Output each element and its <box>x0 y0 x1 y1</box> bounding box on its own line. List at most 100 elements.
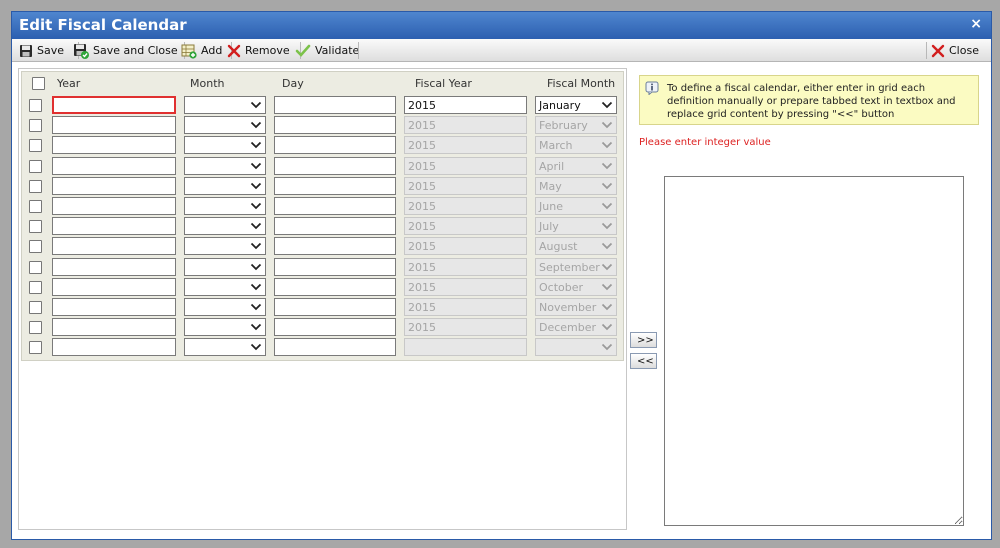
day-input[interactable] <box>274 277 396 296</box>
save-and-close-button[interactable]: Save and Close <box>70 41 182 60</box>
month-select[interactable] <box>184 277 266 296</box>
month-select[interactable] <box>184 237 266 256</box>
fiscal-month-select: October <box>535 277 617 296</box>
chevron-down-icon <box>601 303 613 311</box>
month-select[interactable] <box>184 298 266 316</box>
year-input[interactable] <box>52 116 176 135</box>
row-checkbox[interactable] <box>29 240 42 254</box>
row-checkbox[interactable] <box>29 321 42 335</box>
row-checkbox[interactable] <box>29 139 42 153</box>
save-button[interactable]: Save <box>16 41 68 60</box>
month-select[interactable] <box>184 318 266 337</box>
info-text: To define a fiscal calendar, either ente… <box>667 83 956 120</box>
fiscal-year-input[interactable]: 2015 <box>404 96 527 114</box>
year-input[interactable] <box>52 96 176 114</box>
month-select[interactable] <box>184 217 266 236</box>
month-select[interactable] <box>184 257 266 276</box>
grid-panel: Year Month Day Fiscal Year Fiscal Month … <box>18 68 627 530</box>
day-input[interactable] <box>274 237 396 256</box>
edit-fiscal-calendar-dialog: Edit Fiscal Calendar × Save Save and Clo… <box>11 11 992 540</box>
fiscal-year-input: 2015 <box>404 237 527 256</box>
day-input[interactable] <box>274 338 396 357</box>
chevron-down-icon <box>250 101 262 109</box>
table-row: 2015 August <box>22 237 623 257</box>
day-input[interactable] <box>274 116 396 135</box>
remove-button[interactable]: Remove <box>224 41 294 60</box>
year-input[interactable] <box>52 136 176 155</box>
day-input[interactable] <box>274 217 396 236</box>
fiscal-month-select <box>535 338 617 357</box>
month-select[interactable] <box>184 136 266 155</box>
column-header-year: Year <box>57 77 81 90</box>
row-checkbox[interactable] <box>29 220 42 234</box>
fiscal-month-select: July <box>535 217 617 236</box>
fiscal-year-input: 2015 <box>404 217 527 236</box>
fiscal-month-value: March <box>539 139 573 153</box>
month-select[interactable] <box>184 96 266 114</box>
toolbar: Save Save and Close Add Remove Validate … <box>12 39 991 62</box>
day-input[interactable] <box>274 96 396 114</box>
row-checkbox[interactable] <box>29 179 42 193</box>
day-input[interactable] <box>274 298 396 316</box>
transfer-to-text-button[interactable]: >> <box>630 332 657 348</box>
table-row: 2015 December <box>22 318 623 338</box>
close-x-icon[interactable]: × <box>970 16 982 32</box>
year-input[interactable] <box>52 217 176 236</box>
year-input[interactable] <box>52 176 176 195</box>
day-input[interactable] <box>274 176 396 195</box>
fiscal-month-select[interactable]: January <box>535 96 617 114</box>
row-checkbox[interactable] <box>29 159 42 173</box>
year-input[interactable] <box>52 257 176 276</box>
chevron-down-icon <box>250 344 262 351</box>
chevron-down-icon <box>601 101 613 109</box>
day-input[interactable] <box>274 136 396 155</box>
row-checkbox[interactable] <box>29 301 42 314</box>
fiscal-calendar-grid: Year Month Day Fiscal Year Fiscal Month … <box>21 71 624 361</box>
row-checkbox[interactable] <box>29 200 42 213</box>
validation-error: Please enter integer value <box>639 137 771 148</box>
column-header-day: Day <box>282 77 304 90</box>
table-row: 2015 November <box>22 298 623 318</box>
year-input[interactable] <box>52 298 176 316</box>
month-select[interactable] <box>184 197 266 215</box>
fiscal-month-value: February <box>539 119 588 133</box>
row-checkbox[interactable] <box>29 119 42 133</box>
close-button[interactable]: Close <box>928 41 983 60</box>
year-input[interactable] <box>52 318 176 337</box>
year-input[interactable] <box>52 277 176 296</box>
select-all-checkbox[interactable] <box>32 77 45 90</box>
fiscal-month-value: January <box>539 99 581 112</box>
month-select[interactable] <box>184 338 266 357</box>
day-input[interactable] <box>274 156 396 175</box>
chevron-down-icon <box>250 263 262 270</box>
column-header-fiscal-year: Fiscal Year <box>415 77 472 90</box>
fiscal-year-input: 2015 <box>404 197 527 215</box>
title-bar[interactable]: Edit Fiscal Calendar × <box>12 12 991 39</box>
year-input[interactable] <box>52 338 176 357</box>
fiscal-month-select: December <box>535 318 617 337</box>
month-select[interactable] <box>184 116 266 135</box>
row-checkbox[interactable] <box>29 99 42 112</box>
fiscal-year-input: 2015 <box>404 156 527 175</box>
year-input[interactable] <box>52 197 176 215</box>
month-select[interactable] <box>184 156 266 175</box>
add-button[interactable]: Add <box>178 41 226 60</box>
fiscal-month-select: June <box>535 197 617 215</box>
chevron-down-icon <box>601 162 613 169</box>
table-row <box>22 338 623 358</box>
row-checkbox[interactable] <box>29 260 42 274</box>
month-select[interactable] <box>184 176 266 195</box>
transfer-to-grid-button[interactable]: << <box>630 353 657 369</box>
validate-button[interactable]: Validate <box>292 41 363 60</box>
day-input[interactable] <box>274 318 396 337</box>
day-input[interactable] <box>274 197 396 215</box>
add-label: Add <box>201 44 223 57</box>
year-input[interactable] <box>52 156 176 175</box>
row-checkbox[interactable] <box>29 280 42 294</box>
day-input[interactable] <box>274 257 396 276</box>
year-input[interactable] <box>52 237 176 256</box>
row-checkbox[interactable] <box>29 341 42 355</box>
chevron-down-icon <box>250 243 262 250</box>
tabbed-text-input[interactable] <box>664 176 964 526</box>
chevron-down-icon <box>250 303 262 311</box>
